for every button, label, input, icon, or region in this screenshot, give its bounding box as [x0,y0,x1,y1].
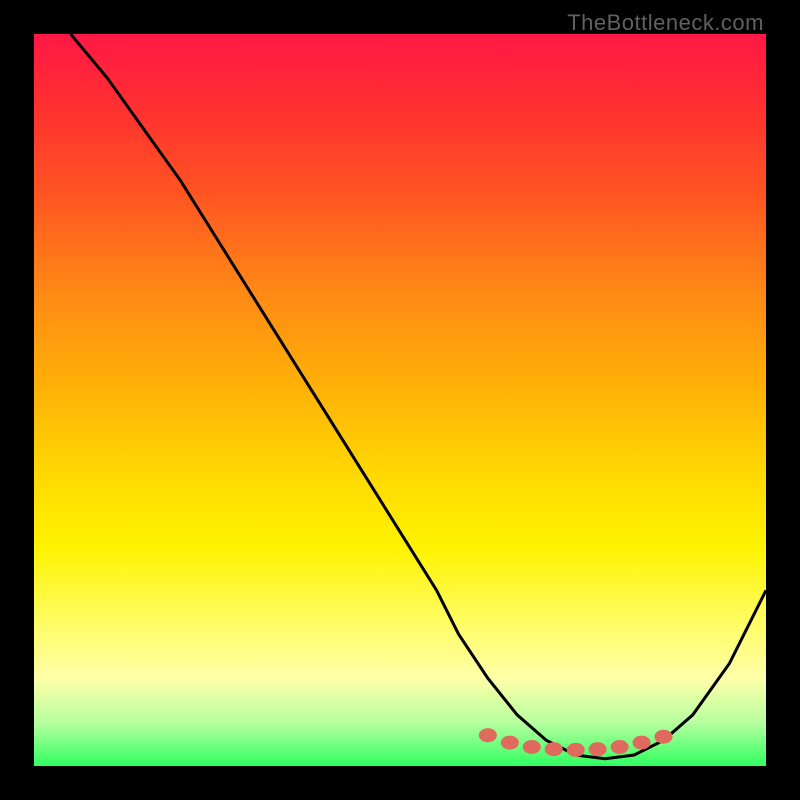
marker-dot [545,742,563,756]
marker-dot [501,736,519,750]
marker-dot [567,743,585,757]
marker-dot [655,730,673,744]
plot-area [34,34,766,766]
marker-dot [479,728,497,742]
watermark-text: TheBottleneck.com [567,10,764,36]
chart-svg [34,34,766,766]
marker-group [479,728,673,757]
marker-dot [589,742,607,756]
marker-dot [611,740,629,754]
bottleneck-curve [71,34,766,759]
chart-frame: TheBottleneck.com [0,0,800,800]
marker-dot [633,736,651,750]
marker-dot [523,740,541,754]
